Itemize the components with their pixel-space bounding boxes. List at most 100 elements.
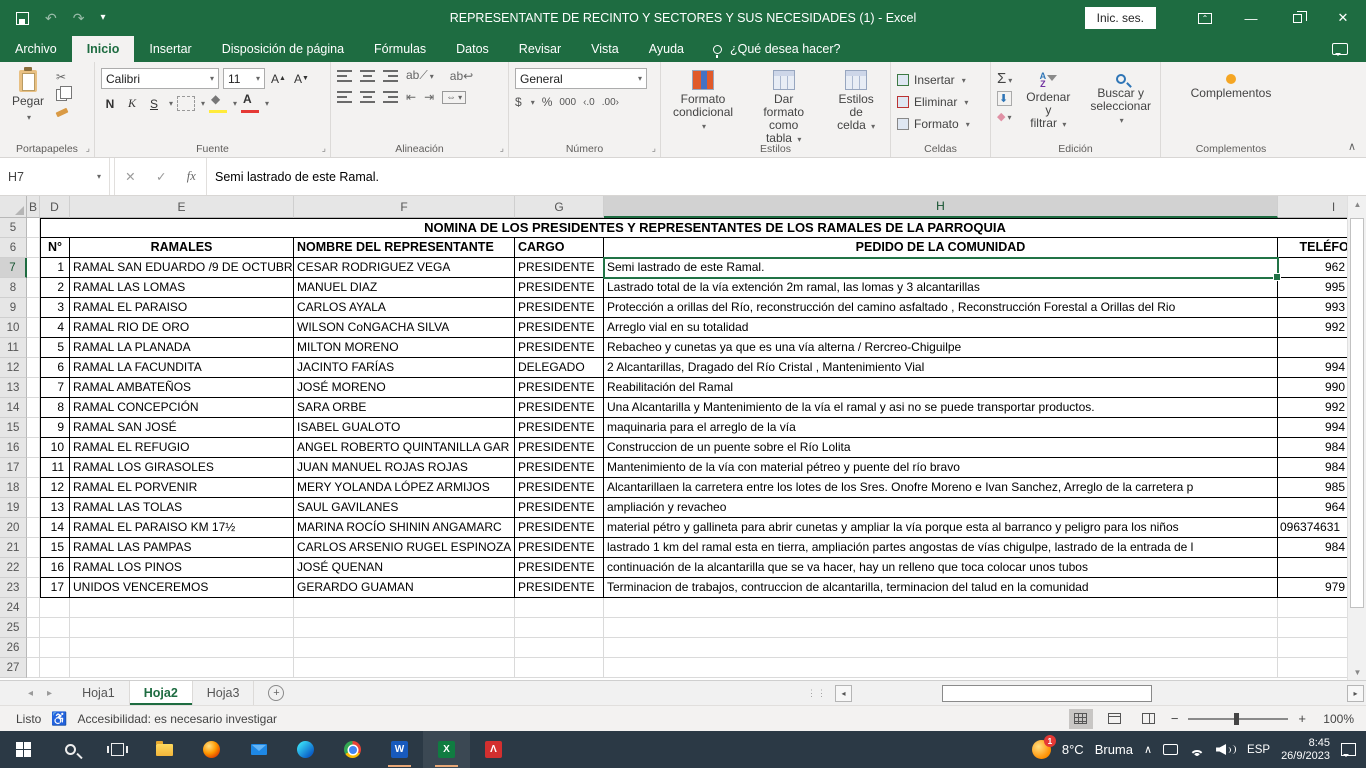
cell-r27c0[interactable] — [40, 658, 70, 678]
cell-r26c0[interactable] — [40, 638, 70, 658]
sign-in-button[interactable]: Inic. ses. — [1085, 7, 1156, 29]
cell-r23c1[interactable]: UNIDOS VENCEREMOS — [70, 578, 294, 598]
cell-r17c0[interactable]: 11 — [40, 458, 70, 478]
decrease-font-icon[interactable]: A▼ — [292, 69, 311, 88]
cell-B21[interactable] — [27, 538, 40, 558]
cell-r20c4[interactable]: material pétro y gallineta para abrir cu… — [604, 518, 1278, 538]
cell-r22c1[interactable]: RAMAL LOS PINOS — [70, 558, 294, 578]
font-size-select[interactable]: 11▾ — [223, 68, 265, 89]
cell-r25c5[interactable] — [1278, 618, 1347, 638]
currency-icon[interactable]: $ — [515, 95, 522, 109]
cell-r18c3[interactable]: PRESIDENTE — [515, 478, 604, 498]
cell-r10c4[interactable]: Arreglo vial en su totalidad — [604, 318, 1278, 338]
cell-B10[interactable] — [27, 318, 40, 338]
wifi-icon[interactable] — [1189, 744, 1205, 756]
tab-revisar[interactable]: Revisar — [504, 36, 576, 62]
cell-r24c3[interactable] — [515, 598, 604, 618]
tab-vista[interactable]: Vista — [576, 36, 634, 62]
comments-icon[interactable] — [1332, 43, 1348, 55]
row-header-5[interactable]: 5 — [0, 218, 27, 238]
cell-B13[interactable] — [27, 378, 40, 398]
col-header-H[interactable]: H — [604, 196, 1278, 218]
comma-style-icon[interactable]: 000 — [559, 97, 576, 108]
start-button[interactable] — [0, 731, 47, 768]
clear-icon[interactable]: ◆▾ — [997, 110, 1012, 123]
autosum-icon[interactable]: Σ▾ — [997, 70, 1012, 87]
tab-datos[interactable]: Datos — [441, 36, 504, 62]
enter-icon[interactable]: ✓ — [156, 169, 166, 184]
cell-r21c0[interactable]: 15 — [40, 538, 70, 558]
cell-r11c0[interactable]: 5 — [40, 338, 70, 358]
cell-r16c4[interactable]: Construccion de un puente sobre el Río L… — [604, 438, 1278, 458]
sheet-nav-left-icon[interactable]: ◂ — [28, 688, 33, 699]
cell-r8c5[interactable]: 995 — [1278, 278, 1347, 298]
row-header-23[interactable]: 23 — [0, 578, 27, 598]
cell-r22c2[interactable]: JOSÉ QUENAN — [294, 558, 515, 578]
cell-r20c1[interactable]: RAMAL EL PARAISO KM 17½ — [70, 518, 294, 538]
col-header-G[interactable]: G — [515, 196, 604, 218]
row-header-18[interactable]: 18 — [0, 478, 27, 498]
cell-r12c0[interactable]: 6 — [40, 358, 70, 378]
cell-r23c4[interactable]: Terminacion de trabajos, contruccion de … — [604, 578, 1278, 598]
vertical-scroll-thumb[interactable] — [1350, 218, 1364, 608]
cell-B22[interactable] — [27, 558, 40, 578]
format-painter-icon[interactable] — [56, 108, 69, 118]
volume-icon[interactable] — [1216, 744, 1236, 755]
cell-r27c3[interactable] — [515, 658, 604, 678]
font-color-caret-icon[interactable]: ▾ — [265, 99, 269, 108]
cell-r26c4[interactable] — [604, 638, 1278, 658]
mail-button[interactable] — [235, 731, 282, 768]
cell-r11c4[interactable]: Rebacheo y cunetas ya que es una vía alt… — [604, 338, 1278, 358]
cell-r8c1[interactable]: RAMAL LAS LOMAS — [70, 278, 294, 298]
orientation-icon[interactable]: ab⟋▾ — [406, 68, 434, 83]
fill-icon[interactable]: ⬇ — [997, 91, 1012, 106]
edge-button[interactable] — [282, 731, 329, 768]
decrease-decimal-icon[interactable]: .00› — [602, 97, 619, 108]
zoom-out-icon[interactable]: − — [1171, 711, 1179, 726]
row-header-22[interactable]: 22 — [0, 558, 27, 578]
dialog-launcher-icon[interactable]: ⌟ — [86, 143, 90, 154]
weather-temp[interactable]: 8°C — [1062, 742, 1084, 757]
row-header-12[interactable]: 12 — [0, 358, 27, 378]
align-right-icon[interactable] — [383, 91, 398, 103]
sheet-nav-right-icon[interactable]: ▸ — [47, 688, 52, 699]
row-header-14[interactable]: 14 — [0, 398, 27, 418]
dialog-launcher-icon[interactable]: ⌟ — [500, 143, 504, 154]
hscroll-right-icon[interactable]: ▸ — [1347, 685, 1364, 702]
tray-expand-icon[interactable]: ∧ — [1144, 743, 1152, 756]
dialog-launcher-icon[interactable]: ⌟ — [322, 143, 326, 154]
excel-button[interactable]: X — [423, 731, 470, 768]
row-header-13[interactable]: 13 — [0, 378, 27, 398]
cut-icon[interactable]: ✂ — [56, 70, 68, 84]
borders-caret-icon[interactable]: ▾ — [201, 99, 205, 108]
cell-r18c0[interactable]: 12 — [40, 478, 70, 498]
cell-r15c2[interactable]: ISABEL GUALOTO — [294, 418, 515, 438]
row-header-17[interactable]: 17 — [0, 458, 27, 478]
cell-r25c1[interactable] — [70, 618, 294, 638]
accessibility-status[interactable]: Accesibilidad: es necesario investigar — [78, 712, 277, 726]
cell-r9c0[interactable]: 3 — [40, 298, 70, 318]
cell-r14c2[interactable]: SARA ORBE — [294, 398, 515, 418]
cell-r23c5[interactable]: 979 — [1278, 578, 1347, 598]
cell-r16c1[interactable]: RAMAL EL REFUGIO — [70, 438, 294, 458]
align-top-icon[interactable] — [337, 70, 352, 82]
horizontal-scroll-thumb[interactable] — [942, 685, 1152, 702]
scroll-down-icon[interactable]: ▼ — [1348, 664, 1366, 680]
currency-caret-icon[interactable]: ▾ — [531, 98, 535, 107]
fill-color-caret-icon[interactable]: ▾ — [233, 99, 237, 108]
cell-r14c4[interactable]: Una Alcantarilla y Mantenimiento de la v… — [604, 398, 1278, 418]
customize-qat-icon[interactable]: ▾ — [100, 11, 105, 25]
row-header-6[interactable]: 6 — [0, 238, 27, 258]
zoom-slider[interactable] — [1188, 718, 1288, 720]
find-select-button[interactable]: Buscar yseleccionar ▾ — [1084, 68, 1157, 139]
insert-function-icon[interactable]: fx — [187, 169, 196, 184]
conditional-format-button[interactable]: Formatocondicional ▾ — [667, 68, 739, 139]
cell-r21c2[interactable]: CARLOS ARSENIO RUGEL ESPINOZA — [294, 538, 515, 558]
cell-r25c2[interactable] — [294, 618, 515, 638]
cell-r24c2[interactable] — [294, 598, 515, 618]
font-color-icon[interactable]: A — [241, 94, 259, 113]
number-format-select[interactable]: General▾ — [515, 68, 647, 89]
cell-r13c1[interactable]: RAMAL AMBATEÑOS — [70, 378, 294, 398]
col-header-D[interactable]: D — [40, 196, 70, 218]
cell-r21c4[interactable]: lastrado 1 km del ramal esta en tierra, … — [604, 538, 1278, 558]
